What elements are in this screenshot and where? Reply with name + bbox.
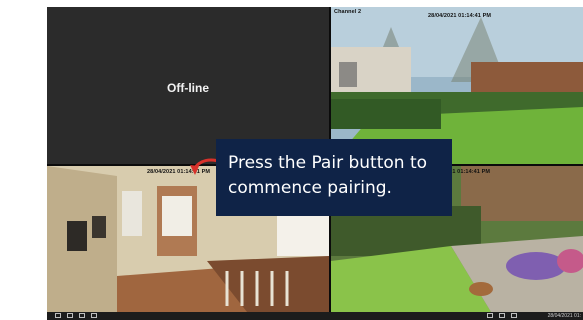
timestamp-overlay: 28/04/2021 01:14:41 PM (428, 13, 492, 19)
taskbar-clock: 28/04/2021 01: (547, 313, 581, 319)
channel-label: Channel 2 (334, 9, 362, 15)
menu-icon[interactable] (55, 313, 61, 318)
callout-text: Press the Pair button to commence pairin… (228, 153, 428, 198)
settings-icon[interactable] (511, 313, 517, 318)
network-icon[interactable] (487, 313, 493, 318)
playback-icon[interactable] (79, 313, 85, 318)
instruction-callout: Press the Pair button to commence pairin… (216, 139, 452, 216)
offline-label: Off-line (167, 81, 209, 95)
hdd-icon[interactable] (499, 313, 505, 318)
record-icon[interactable] (91, 313, 97, 318)
nvr-taskbar: 28/04/2021 01: (47, 312, 583, 320)
grid-icon[interactable] (67, 313, 73, 318)
